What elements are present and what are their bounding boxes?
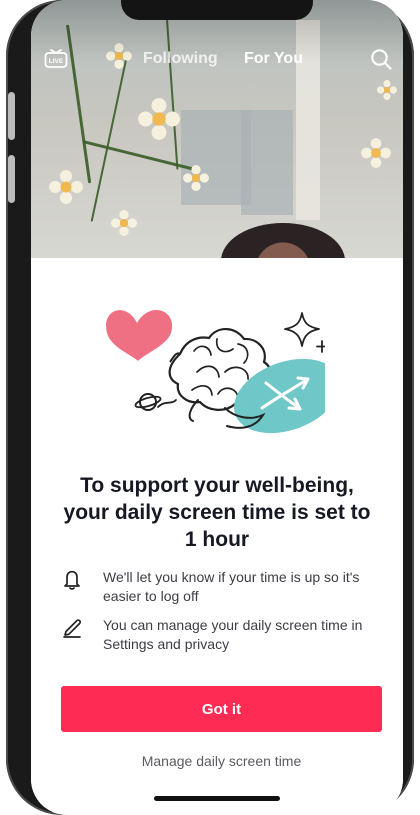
search-icon[interactable] bbox=[369, 47, 393, 71]
brain-heart-clock-illustration bbox=[106, 309, 325, 434]
reminder-description: We'll let you know if your time is up so… bbox=[103, 569, 360, 604]
device-notch bbox=[121, 0, 313, 20]
creator-person bbox=[221, 223, 345, 260]
settings-description: You can manage your daily screen time in… bbox=[103, 617, 363, 652]
flower-stem bbox=[90, 55, 128, 222]
tab-following[interactable]: Following bbox=[143, 49, 218, 68]
pencil-icon bbox=[63, 619, 82, 638]
phone-frame: LIVE Following For You To support your w… bbox=[6, 0, 414, 815]
flower bbox=[49, 170, 83, 204]
screen-time-modal: To support your well-being, your daily s… bbox=[31, 258, 403, 815]
manage-daily-screen-time-link[interactable]: Manage daily screen time bbox=[61, 752, 382, 771]
flower bbox=[111, 210, 137, 236]
volume-down-button bbox=[8, 155, 15, 203]
flower bbox=[138, 98, 180, 140]
feed-header: LIVE Following For You bbox=[31, 0, 403, 70]
got-it-button[interactable]: Got it bbox=[61, 686, 382, 732]
svg-text:LIVE: LIVE bbox=[49, 58, 64, 65]
bell-icon bbox=[64, 570, 80, 590]
home-indicator[interactable] bbox=[154, 796, 280, 801]
phone-screen: LIVE Following For You To support your w… bbox=[31, 0, 403, 815]
window-pane bbox=[241, 110, 293, 215]
volume-up-button bbox=[8, 92, 15, 140]
flower bbox=[361, 138, 391, 168]
screen-time-title: To support your well-being, your daily s… bbox=[63, 474, 371, 552]
tab-for-you[interactable]: For You bbox=[244, 49, 303, 68]
live-tv-icon[interactable]: LIVE bbox=[44, 48, 68, 69]
screen-time-reminder-info: We'll let you know if your time is up so… bbox=[61, 568, 381, 608]
flower bbox=[377, 80, 397, 100]
flower bbox=[183, 165, 209, 191]
manage-screen-time-info: You can manage your daily screen time in… bbox=[61, 616, 381, 656]
